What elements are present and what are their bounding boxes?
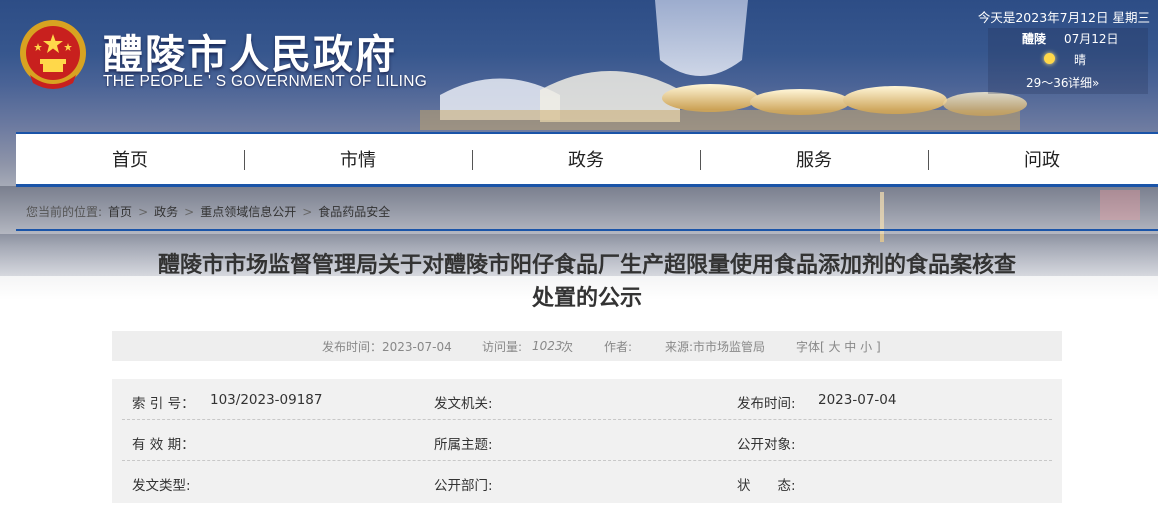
nav-item-services[interactable]: 服务 [700, 134, 928, 184]
validity-label: 有 效 期： [132, 437, 195, 453]
visits-label: 访问量: [482, 339, 523, 354]
index-label: 索 引 号： [132, 396, 195, 412]
weather-date: 07月12日 [1064, 32, 1119, 46]
pubtime-label: 发布时间: [737, 396, 796, 412]
publish-time: 发布时间：2023-07-04 [322, 339, 452, 354]
visits-unit: 次 [561, 339, 574, 354]
article-title-line-2: 处置的公示 [531, 286, 642, 311]
nav-item-inquiry[interactable]: 问政 [928, 134, 1156, 184]
article-title: 醴陵市市场监督管理局关于对醴陵市阳仔食品厂生产超限量使用食品添加剂的食品案核查 … [70, 249, 1104, 315]
article-meta-bar: 发布时间：2023-07-04 访问量: 1023 次 作者: 来源:市市场监管… [112, 331, 1062, 361]
doctype-label: 发文类型: [132, 478, 191, 494]
site-title: 醴陵市人民政府 [103, 32, 397, 78]
topic-label: 所属主题: [434, 437, 493, 453]
current-date: 今天是2023年7月12日 星期三 [977, 10, 1150, 25]
national-emblem-icon [20, 20, 86, 89]
article-title-line-1: 醴陵市市场监督管理局关于对醴陵市阳仔食品厂生产超限量使用食品添加剂的食品案核查 [157, 253, 1016, 278]
breadcrumb-separator: > [184, 204, 195, 219]
breadcrumb-prefix: 您当前的位置: [26, 205, 103, 219]
font-size-switcher[interactable]: 字体[ 大 中 小 ] [796, 338, 881, 355]
breadcrumb-government-affairs[interactable]: 政务 [154, 203, 178, 220]
info-row: 索 引 号： 103/2023-09187 发文机关: 发布时间: 2023-0… [122, 379, 1052, 420]
info-row: 发文类型: 公开部门: 状 态: [122, 461, 1052, 501]
nav-item-government-affairs[interactable]: 政务 [472, 134, 700, 184]
author-label: 作者: [604, 339, 633, 354]
weather-city: 醴陵 [1022, 32, 1047, 46]
breadcrumb: 您当前的位置: 首页 > 政务 > 重点领域信息公开 > 食品药品安全 [26, 203, 390, 220]
main-navigation: 首页 市情 政务 服务 问政 [16, 132, 1158, 187]
status-label: 状 态: [737, 478, 796, 494]
breadcrumb-food-drug-safety[interactable]: 食品药品安全 [318, 203, 390, 220]
pubtime-value: 2023-07-04 [818, 392, 897, 408]
breadcrumb-home[interactable]: 首页 [108, 203, 132, 220]
source-label: 来源:市市场监管局 [665, 339, 766, 354]
dept-label: 公开部门: [434, 478, 493, 494]
site-subtitle: THE PEOPLE ' S GOVERNMENT OF LILING [103, 73, 428, 90]
issuer-label: 发文机关: [434, 396, 493, 412]
breadcrumb-key-disclosure[interactable]: 重点领域信息公开 [200, 203, 296, 220]
index-value: 103/2023-09187 [210, 392, 323, 408]
nav-item-city-info[interactable]: 市情 [244, 134, 472, 184]
audience-label: 公开对象: [737, 437, 796, 453]
weather-detail-link[interactable]: 详细» [1068, 74, 1099, 91]
weather-widget: 醴陵 07月12日 晴 29～36 详细» [988, 28, 1148, 94]
document-info-table: 索 引 号： 103/2023-09187 发文机关: 发布时间: 2023-0… [112, 379, 1062, 503]
breadcrumb-separator: > [138, 204, 149, 219]
weather-condition: 晴 [1074, 53, 1087, 67]
info-row: 有 效 期： 所属主题: 公开对象: [122, 420, 1052, 461]
visits-count: 1023 [532, 339, 563, 353]
breadcrumb-separator: > [302, 204, 313, 219]
nav-item-home[interactable]: 首页 [16, 134, 244, 184]
breadcrumb-divider [16, 229, 1158, 231]
sun-icon [1044, 53, 1055, 64]
weather-temperature: 29～36 [1026, 76, 1069, 90]
